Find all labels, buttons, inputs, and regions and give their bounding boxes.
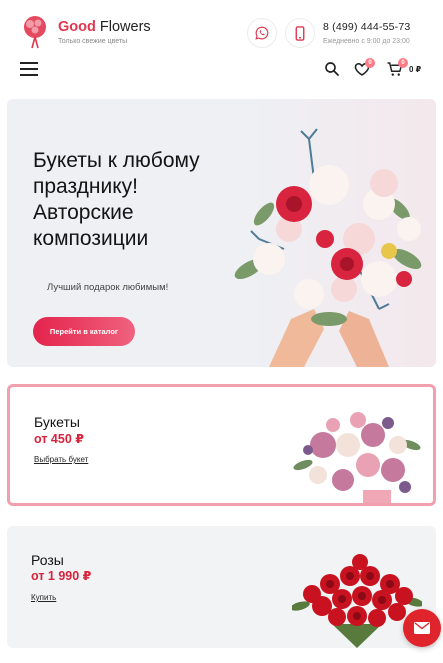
category-title: Букеты [34, 414, 80, 430]
site-header: Good Flowers Только свежие цветы 8 (499)… [0, 0, 443, 96]
whatsapp-icon [255, 26, 269, 40]
search-icon[interactable] [323, 60, 341, 78]
category-card-bouquets[interactable]: Букеты от 450 ₽ Выбрать букет [7, 384, 436, 506]
hero-title: Букеты к любому празднику! Авторские ком… [33, 149, 200, 250]
category-card-roses[interactable]: Розы от 1 990 ₽ Купить [7, 526, 436, 648]
cart-count-badge: 0 [398, 58, 408, 68]
contact-mail-button[interactable] [403, 609, 441, 647]
phone-number[interactable]: 8 (499) 444-55-73 [323, 21, 410, 33]
brand-name[interactable]: Good Flowers [58, 19, 151, 35]
roses-image [292, 554, 422, 648]
menu-icon[interactable] [20, 62, 38, 76]
whatsapp-button[interactable] [247, 18, 277, 48]
envelope-icon [414, 622, 430, 634]
hero-subtitle: Лучший подарок любимым! [47, 282, 169, 293]
brand-tagline: Только свежие цветы [58, 38, 128, 45]
category-price: от 1 990 ₽ [31, 569, 92, 583]
wishlist-count-badge: 0 [365, 58, 375, 68]
mobile-phone-icon [295, 25, 305, 41]
buy-roses-link[interactable]: Купить [31, 593, 56, 602]
bouquet-image [293, 412, 421, 503]
cart-total[interactable]: 0 ₽ [409, 65, 421, 74]
choose-bouquet-link[interactable]: Выбрать букет [34, 455, 88, 464]
bouquet-image [234, 128, 422, 367]
logo-icon[interactable] [20, 15, 50, 49]
working-hours: Ежедневно с 9:00 до 23:00 [323, 38, 410, 45]
category-price: от 450 ₽ [34, 432, 84, 446]
catalog-button[interactable]: Перейти в каталог [33, 317, 135, 346]
category-title: Розы [31, 552, 64, 568]
hero-banner: Букеты к любому празднику! Авторские ком… [7, 99, 436, 367]
phone-button[interactable] [285, 18, 315, 48]
